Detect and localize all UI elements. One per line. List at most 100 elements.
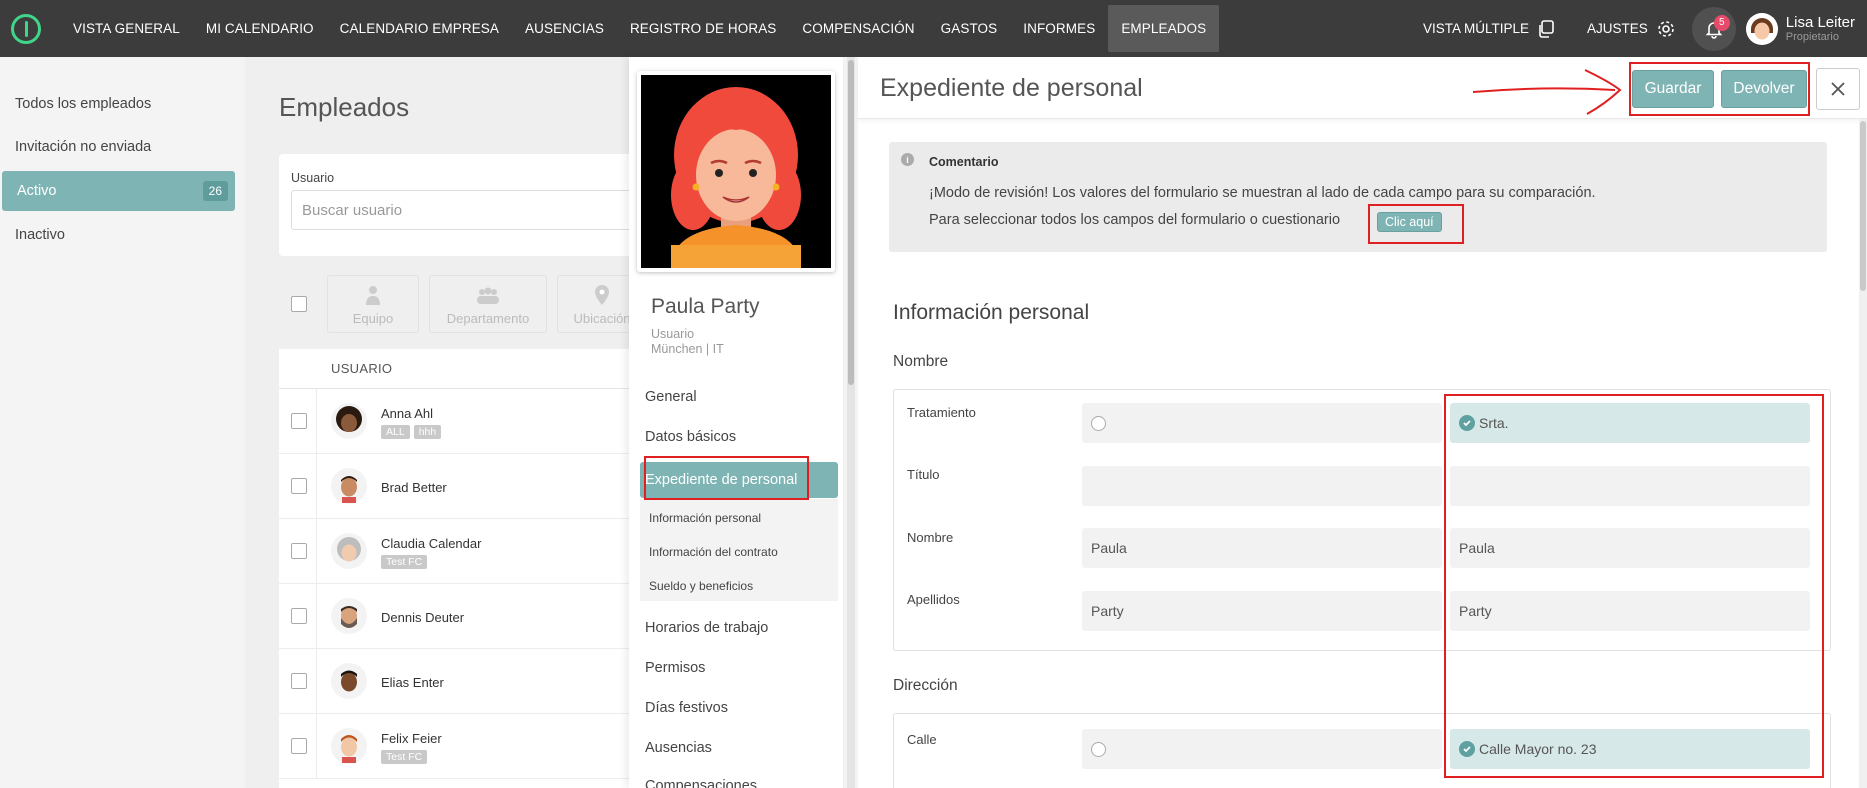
row-checkbox[interactable] (291, 608, 307, 624)
nav-right: VISTA MÚLTIPLE AJUSTES 5 Lisa Leiter Pro… (1407, 0, 1867, 57)
filter-row: Equipo Departamento Ubicación (279, 274, 647, 334)
app-logo[interactable] (0, 0, 52, 57)
radio-button[interactable] (1091, 741, 1106, 757)
row-checkbox[interactable] (291, 478, 307, 494)
search-label: Usuario (291, 171, 335, 185)
column-header-user[interactable]: USUARIO (279, 349, 659, 389)
nav-mi-calendario[interactable]: MI CALENDARIO (193, 0, 327, 57)
profile-menu-permissions[interactable]: Permisos (645, 660, 705, 676)
sidebar-item-not-invited[interactable]: Invitación no enviada (0, 127, 236, 167)
table-row[interactable]: Brad Better (279, 454, 659, 519)
sidebar-item-active[interactable]: Activo 26 (2, 171, 235, 211)
avatar (331, 598, 367, 634)
nav-registro-horas[interactable]: REGISTRO DE HORAS (617, 0, 789, 57)
street-current-value[interactable] (1082, 729, 1442, 769)
row-checkbox[interactable] (291, 673, 307, 689)
multi-view-button[interactable]: VISTA MÚLTIPLE (1407, 19, 1571, 38)
profile-menu-basic-data[interactable]: Datos básicos (645, 429, 736, 445)
nav-ausencias[interactable]: AUSENCIAS (512, 0, 617, 57)
table-row[interactable]: Dennis Deuter (279, 584, 659, 649)
submenu-personal-info[interactable]: Información personal (649, 511, 761, 525)
employee-name[interactable]: Elias Enter (381, 675, 444, 690)
employee-name[interactable]: Brad Better (381, 480, 447, 495)
comment-title: Comentario (929, 155, 999, 169)
nav-calendario-empresa[interactable]: CALENDARIO EMPRESA (327, 0, 512, 57)
employee-filter-sidebar: Todos los empleados Invitación no enviad… (0, 57, 245, 788)
nav-compensacion[interactable]: COMPENSACIÓN (789, 0, 927, 57)
employee-tags: ALL hhh (381, 425, 442, 439)
group-icon (477, 287, 499, 304)
user-menu[interactable]: Lisa Leiter Propietario (1745, 12, 1867, 45)
filter-label: Departamento (446, 311, 530, 326)
avatar (331, 728, 367, 764)
employees-table: USUARIO Anna Ahl ALL hhh Brad Better Clau… (279, 349, 659, 788)
radio-button[interactable] (1091, 415, 1106, 431)
user-name: Lisa Leiter (1785, 13, 1855, 31)
page-title: Empleados (279, 92, 410, 122)
settings-button[interactable]: AJUSTES (1571, 19, 1692, 39)
sidebar-item-all[interactable]: Todos los empleados (0, 84, 236, 124)
employee-name[interactable]: Felix Feier (381, 731, 442, 746)
close-button[interactable] (1816, 68, 1860, 110)
employees-list-area: Empleados Usuario Buscar usuario Equipo … (245, 57, 661, 788)
avatar (331, 468, 367, 504)
profile-photo[interactable] (637, 71, 835, 272)
table-row[interactable]: Claudia Calendar Test FC (279, 519, 659, 584)
row-checkbox[interactable] (291, 738, 307, 754)
notifications-button[interactable]: 5 (1691, 6, 1736, 51)
profile-scrollbar-thumb[interactable] (848, 60, 854, 385)
annotation-arrow (1472, 69, 1622, 115)
current-value: Party (1091, 603, 1124, 619)
profile-name: Paula Party (651, 295, 760, 318)
table-row[interactable]: Anna Ahl ALL hhh (279, 389, 659, 454)
profile-menu-compensations[interactable]: Compensaciones (645, 778, 757, 788)
table-row[interactable]: Felix Feier Test FC (279, 714, 659, 779)
profile-menu-work-schedules[interactable]: Horarios de trabajo (645, 620, 768, 636)
comment-text: ¡Modo de revisión! Los valores del formu… (929, 185, 1596, 201)
employee-name[interactable]: Anna Ahl (381, 406, 433, 421)
filter-label: Ubicación (573, 311, 631, 326)
sidebar-item-inactive[interactable]: Inactivo (0, 215, 236, 255)
submenu-contract-info[interactable]: Información del contrato (649, 545, 778, 559)
comment-text: Para seleccionar todos los campos del fo… (929, 212, 1341, 228)
multi-view-label: VISTA MÚLTIPLE (1422, 21, 1530, 36)
tag: Test FC (381, 555, 428, 569)
user-role: Propietario (1785, 30, 1839, 43)
sidebar-item-label: Invitación no enviada (15, 139, 152, 155)
last-name-current-value[interactable]: Party (1082, 591, 1442, 631)
submenu-salary-benefits[interactable]: Sueldo y beneficios (649, 579, 753, 593)
review-comment-box: i Comentario ¡Modo de revisión! Los valo… (889, 142, 1827, 252)
field-label: Calle (907, 732, 937, 747)
person-icon (366, 286, 380, 305)
employee-name[interactable]: Dennis Deuter (381, 610, 464, 625)
row-checkbox[interactable] (291, 543, 307, 559)
filter-department-button[interactable]: Departamento (429, 275, 547, 333)
field-label: Apellidos (907, 592, 960, 607)
row-checkbox[interactable] (291, 413, 307, 429)
filter-team-button[interactable]: Equipo (327, 275, 419, 333)
section-title: Información personal (893, 301, 1090, 324)
nav-vista-general[interactable]: VISTA GENERAL (60, 0, 193, 57)
title-current-value[interactable] (1082, 466, 1442, 506)
first-name-current-value[interactable]: Paula (1082, 528, 1442, 568)
employee-profile-panel: Paula Party Usuario München | IT General… (629, 57, 843, 788)
field-label: Tratamiento (907, 405, 976, 420)
nav-empleados[interactable]: EMPLEADOS (1108, 5, 1220, 52)
nav-informes[interactable]: INFORMES (1010, 0, 1108, 57)
profile-menu-general[interactable]: General (645, 389, 697, 405)
location-pin-icon (595, 285, 609, 305)
profile-menu-holidays[interactable]: Días festivos (645, 700, 728, 716)
treatment-current-value[interactable] (1082, 403, 1442, 443)
profile-menu-absences[interactable]: Ausencias (645, 740, 712, 756)
panel-scrollbar-thumb[interactable] (1860, 121, 1866, 291)
select-all-checkbox[interactable] (291, 296, 307, 312)
nav-gastos[interactable]: GASTOS (928, 0, 1011, 57)
notification-badge: 5 (1713, 14, 1730, 31)
employee-name[interactable]: Claudia Calendar (381, 536, 481, 551)
search-input[interactable]: Buscar usuario (291, 190, 661, 230)
employee-tags: Test FC (381, 555, 428, 569)
top-navigation: VISTA GENERAL MI CALENDARIO CALENDARIO E… (0, 0, 1867, 57)
table-row[interactable]: Elias Enter (279, 649, 659, 714)
filter-label: Equipo (352, 311, 394, 326)
search-card: Usuario Buscar usuario (279, 154, 661, 256)
